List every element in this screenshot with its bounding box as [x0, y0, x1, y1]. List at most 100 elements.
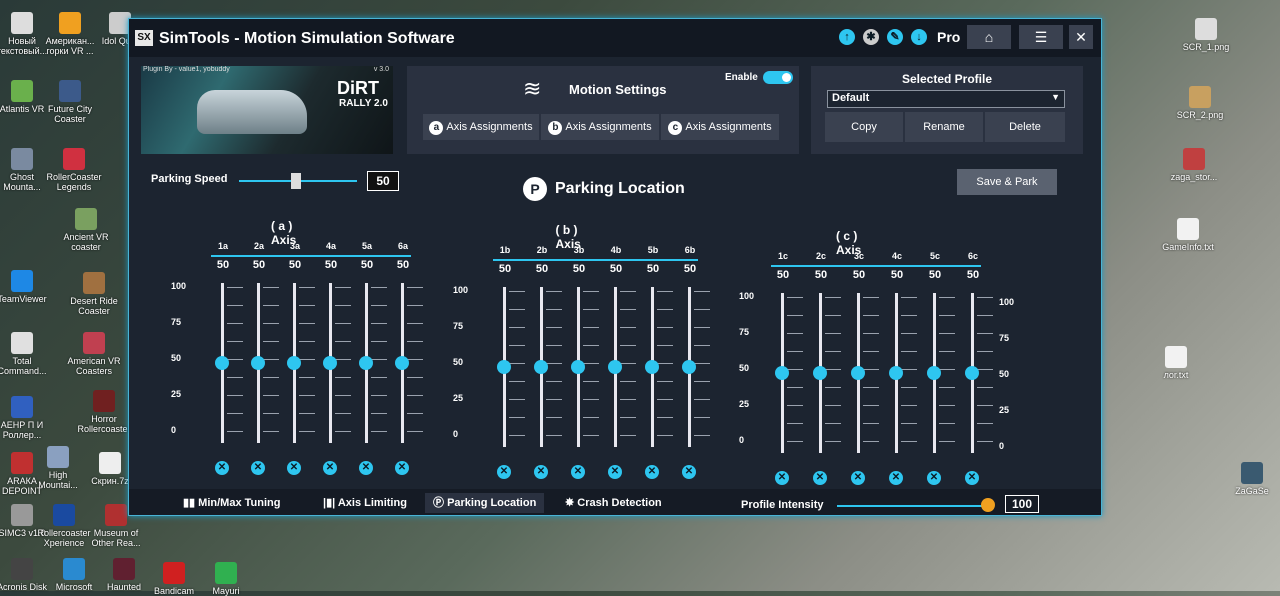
channel-slider-knob[interactable]: [927, 366, 941, 380]
channel-label: 2b: [536, 245, 548, 255]
tab-parking-location[interactable]: Ⓟ Parking Location: [425, 493, 545, 513]
axis-assignments-b-button[interactable]: b Axis Assignments: [541, 114, 659, 140]
channel-reset-icon[interactable]: ✕: [395, 461, 409, 475]
channel-slider-knob[interactable]: [889, 366, 903, 380]
channel-value[interactable]: 50: [847, 269, 871, 281]
desktop-icon[interactable]: лor.txt: [1146, 346, 1206, 380]
channel-reset-icon[interactable]: ✕: [775, 471, 789, 485]
desktop-icon[interactable]: Ancient VR coaster: [56, 208, 116, 252]
desktop-icon[interactable]: SCR_2.png: [1170, 86, 1230, 120]
desktop-icon[interactable]: Horror Rollercoaster: [74, 390, 134, 434]
channel-slider-knob[interactable]: [497, 360, 511, 374]
channel-slider-knob[interactable]: [965, 366, 979, 380]
channel-slider-knob[interactable]: [359, 356, 373, 370]
desktop-icon[interactable]: TeamViewer: [0, 270, 52, 304]
channel-value[interactable]: 50: [319, 259, 343, 271]
channel-reset-icon[interactable]: ✕: [682, 465, 696, 479]
desktop-icon[interactable]: RollerCoaster Legends: [44, 148, 104, 192]
channel-slider-knob[interactable]: [813, 366, 827, 380]
pencil-icon[interactable]: ✎: [887, 29, 903, 45]
channel-slider-knob[interactable]: [251, 356, 265, 370]
desktop-icon[interactable]: АЕНР П И Роллер...: [0, 396, 52, 440]
channel-value[interactable]: 50: [391, 259, 415, 271]
save-park-button[interactable]: Save & Park: [957, 169, 1057, 195]
desktop-icon[interactable]: American VR Coasters: [64, 332, 124, 376]
profile-intensity-slider[interactable]: [837, 505, 987, 507]
enable-toggle[interactable]: [763, 71, 793, 84]
channel-value[interactable]: 50: [885, 269, 909, 281]
channel-value[interactable]: 50: [530, 263, 554, 275]
channel-reset-icon[interactable]: ✕: [251, 461, 265, 475]
channel-slider-knob[interactable]: [645, 360, 659, 374]
desktop-icon[interactable]: Future City Coaster: [40, 80, 100, 124]
channel-value[interactable]: 50: [771, 269, 795, 281]
axis-assignments-a-button[interactable]: a Axis Assignments: [423, 114, 539, 140]
channel-reset-icon[interactable]: ✕: [215, 461, 229, 475]
profile-intensity-value[interactable]: 100: [1005, 495, 1039, 513]
desktop-icon[interactable]: Rollercoaster Xperience: [34, 504, 94, 548]
tab-axis-limiting[interactable]: |▮| Axis Limiting: [315, 493, 415, 513]
desktop-icon[interactable]: Total Command...: [0, 332, 52, 376]
tab-min-max-tuning[interactable]: ▮▮ Min/Max Tuning: [175, 493, 288, 513]
channel-value[interactable]: 50: [678, 263, 702, 275]
home-button[interactable]: ⌂: [967, 25, 1011, 49]
copy-button[interactable]: Copy: [825, 112, 903, 142]
channel-value[interactable]: 50: [961, 269, 985, 281]
app-icon: [11, 148, 33, 170]
arrow-up-icon[interactable]: ↑: [839, 29, 855, 45]
delete-button[interactable]: Delete: [985, 112, 1065, 142]
axis-assignments-c-button[interactable]: c Axis Assignments: [661, 114, 779, 140]
channel-slider-knob[interactable]: [323, 356, 337, 370]
channel-reset-icon[interactable]: ✕: [497, 465, 511, 479]
channel-reset-icon[interactable]: ✕: [889, 471, 903, 485]
channel-reset-icon[interactable]: ✕: [965, 471, 979, 485]
channel-slider-knob[interactable]: [851, 366, 865, 380]
channel-reset-icon[interactable]: ✕: [851, 471, 865, 485]
channel-slider-knob[interactable]: [608, 360, 622, 374]
channel-slider-knob[interactable]: [215, 356, 229, 370]
profile-intensity-handle[interactable]: [981, 498, 995, 512]
profile-select[interactable]: Default ▼: [827, 90, 1065, 108]
channel-value[interactable]: 50: [211, 259, 235, 271]
channel-slider-knob[interactable]: [571, 360, 585, 374]
desktop-icon[interactable]: GameInfo.txt: [1158, 218, 1218, 252]
channel-value[interactable]: 50: [923, 269, 947, 281]
parking-speed-handle[interactable]: [291, 173, 301, 189]
channel-reset-icon[interactable]: ✕: [571, 465, 585, 479]
tab-crash-detection[interactable]: ✸ Crash Detection: [557, 493, 670, 513]
channel-reset-icon[interactable]: ✕: [287, 461, 301, 475]
desktop-icon[interactable]: High Mountai...: [28, 446, 88, 490]
channel-value[interactable]: 50: [355, 259, 379, 271]
desktop-icon[interactable]: ZaGaSe: [1222, 462, 1280, 496]
rename-button[interactable]: Rename: [905, 112, 983, 142]
channel-slider-knob[interactable]: [682, 360, 696, 374]
menu-button[interactable]: ☰: [1019, 25, 1063, 49]
desktop-icon[interactable]: zaga_stor...: [1164, 148, 1224, 182]
desktop-icon[interactable]: Desert Ride Coaster: [64, 272, 124, 316]
parking-speed-value[interactable]: 50: [367, 171, 399, 191]
channel-value[interactable]: 50: [247, 259, 271, 271]
channel-reset-icon[interactable]: ✕: [608, 465, 622, 479]
channel-slider-knob[interactable]: [395, 356, 409, 370]
channel-value[interactable]: 50: [641, 263, 665, 275]
title-bar[interactable]: SX SimTools - Motion Simulation Software…: [129, 19, 1101, 57]
channel-reset-icon[interactable]: ✕: [927, 471, 941, 485]
channel-slider-knob[interactable]: [775, 366, 789, 380]
channel-value[interactable]: 50: [567, 263, 591, 275]
channel-value[interactable]: 50: [283, 259, 307, 271]
channel-slider-knob[interactable]: [287, 356, 301, 370]
channel-reset-icon[interactable]: ✕: [323, 461, 337, 475]
channel-reset-icon[interactable]: ✕: [813, 471, 827, 485]
channel-reset-icon[interactable]: ✕: [645, 465, 659, 479]
channel-value[interactable]: 50: [604, 263, 628, 275]
close-button[interactable]: ✕: [1069, 25, 1093, 49]
channel-value[interactable]: 50: [493, 263, 517, 275]
channel-value[interactable]: 50: [809, 269, 833, 281]
gear-icon[interactable]: ✱: [863, 29, 879, 45]
channel-reset-icon[interactable]: ✕: [534, 465, 548, 479]
arrow-down-icon[interactable]: ↓: [911, 29, 927, 45]
plugin-credits: Plugin By - value1, yobuddy: [143, 66, 230, 73]
channel-reset-icon[interactable]: ✕: [359, 461, 373, 475]
channel-slider-knob[interactable]: [534, 360, 548, 374]
desktop-icon[interactable]: SCR_1.png: [1176, 18, 1236, 52]
